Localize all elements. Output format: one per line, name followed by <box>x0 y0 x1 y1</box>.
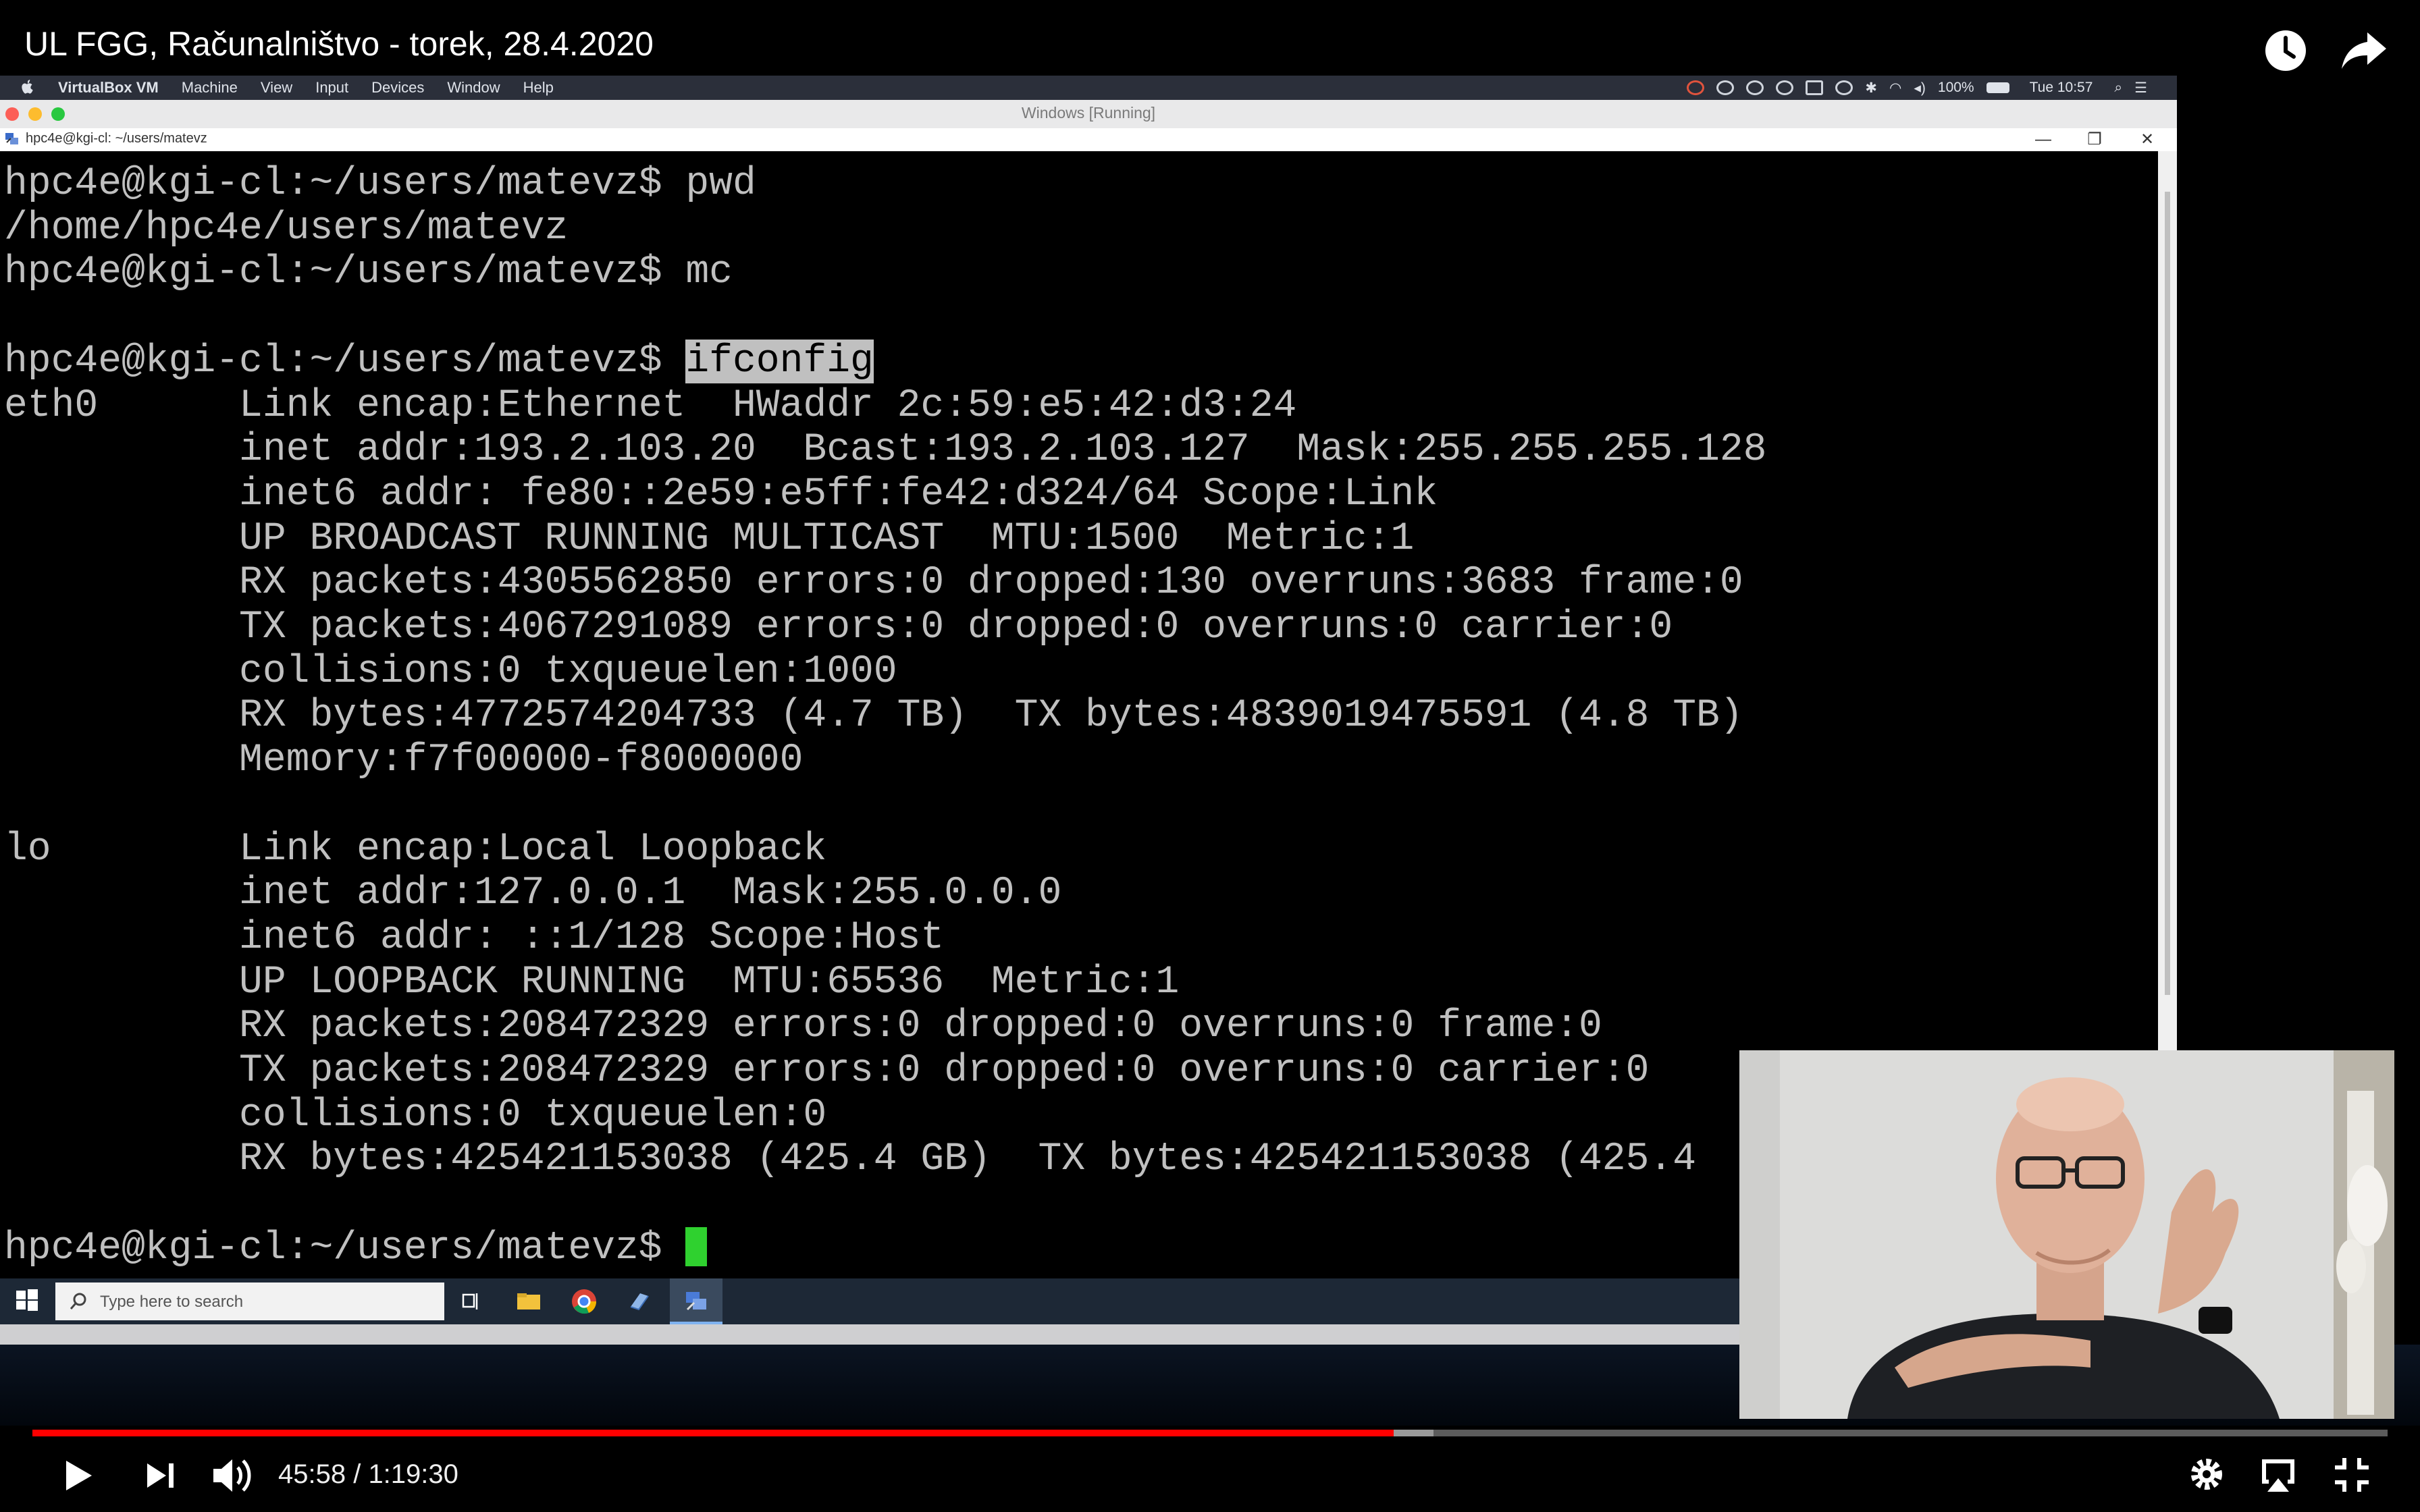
putty-close-button[interactable]: ✕ <box>2123 128 2172 151</box>
terminal-output-after: eth0 Link encap:Ethernet HWaddr 2c:59:e5… <box>4 383 1767 1270</box>
play-icon[interactable] <box>61 1458 95 1493</box>
taskbar-search-box[interactable]: Type here to search <box>55 1282 444 1320</box>
app-icon[interactable] <box>624 1287 655 1316</box>
search-icon <box>70 1293 86 1310</box>
terminal-scrollbar-thumb[interactable] <box>2165 192 2170 995</box>
vbox-window-titlebar[interactable]: Windows [Running] <box>0 100 2177 129</box>
menu-view[interactable]: View <box>261 79 292 97</box>
terminal-cursor <box>685 1226 708 1266</box>
putty-maximize-button[interactable]: ❐ <box>2070 128 2119 151</box>
status-check-icon[interactable] <box>1716 80 1735 95</box>
volume-icon[interactable] <box>211 1455 255 1496</box>
apple-icon[interactable] <box>20 79 35 97</box>
wifi-icon[interactable]: ◠ <box>1889 80 1901 97</box>
battery-percent[interactable]: 100% <box>1938 80 1974 96</box>
progress-bar[interactable] <box>32 1430 2388 1436</box>
settings-gear-icon[interactable] <box>2188 1455 2226 1493</box>
windows-start-icon[interactable] <box>15 1288 39 1312</box>
terminal-selected-command: ifconfig <box>685 339 874 383</box>
next-icon[interactable] <box>143 1461 177 1490</box>
status-cloud-icon[interactable] <box>1776 80 1794 95</box>
putty-title: hpc4e@kgi-cl: ~/users/matevz <box>26 131 207 146</box>
volume-icon[interactable]: ◂) <box>1914 80 1926 97</box>
presenter-webcam-video <box>1739 1050 2394 1419</box>
menu-machine[interactable]: Machine <box>182 79 238 97</box>
battery-icon[interactable] <box>1986 82 2009 93</box>
putty-minimize-button[interactable]: — <box>2019 128 2068 151</box>
status-skype-icon[interactable] <box>1746 80 1764 95</box>
spotlight-icon[interactable]: ⌕ <box>2114 80 2122 96</box>
share-icon[interactable] <box>2340 28 2389 73</box>
putty-icon <box>686 1292 706 1311</box>
progress-played <box>32 1430 1394 1436</box>
menu-input[interactable]: Input <box>315 79 348 97</box>
video-frame[interactable]: VirtualBox VM Machine View Input Devices… <box>0 0 2420 1512</box>
time-machine-icon[interactable] <box>1835 80 1853 95</box>
chrome-icon[interactable] <box>569 1287 600 1316</box>
menu-vm[interactable]: VirtualBox VM <box>58 79 159 97</box>
clock-icon[interactable] <box>2263 28 2308 73</box>
putty-icon[interactable] <box>4 132 20 146</box>
bluetooth-icon[interactable]: ✱ <box>1865 80 1877 97</box>
mac-status-area: ✱ ◠ ◂) 100% Tue 10:57 ⌕ ☰ <box>1687 76 2147 100</box>
menu-devices[interactable]: Devices <box>371 79 424 97</box>
exit-fullscreen-icon[interactable] <box>2332 1455 2371 1494</box>
time-display: 45:58 / 1:19:30 <box>278 1459 458 1489</box>
status-app-icon[interactable] <box>1687 80 1705 95</box>
terminal-output: hpc4e@kgi-cl:~/users/matevz$ pwd /home/h… <box>4 162 1766 1271</box>
file-explorer-icon[interactable] <box>513 1287 544 1316</box>
presenter-image <box>1739 1050 2394 1419</box>
airplay-icon[interactable] <box>1806 80 1824 95</box>
terminal-output-before: hpc4e@kgi-cl:~/users/matevz$ pwd /home/h… <box>4 162 756 383</box>
video-title[interactable]: UL FGG, Računalništvo - torek, 28.4.2020 <box>24 24 654 63</box>
menu-help[interactable]: Help <box>523 79 554 97</box>
putty-taskbar-button[interactable] <box>670 1278 722 1324</box>
airplay-icon[interactable] <box>2257 1455 2300 1496</box>
putty-titlebar[interactable]: hpc4e@kgi-cl: ~/users/matevz — ❐ ✕ <box>0 128 2177 152</box>
vbox-window-title: Windows [Running] <box>1021 104 1156 122</box>
menubar-clock[interactable]: Tue 10:57 <box>2030 80 2093 96</box>
task-view-icon[interactable] <box>456 1287 488 1316</box>
mac-menubar: VirtualBox VM Machine View Input Devices… <box>0 76 2177 100</box>
search-placeholder: Type here to search <box>100 1293 244 1311</box>
menu-window[interactable]: Window <box>447 79 500 97</box>
notification-center-icon[interactable]: ☰ <box>2134 80 2147 97</box>
